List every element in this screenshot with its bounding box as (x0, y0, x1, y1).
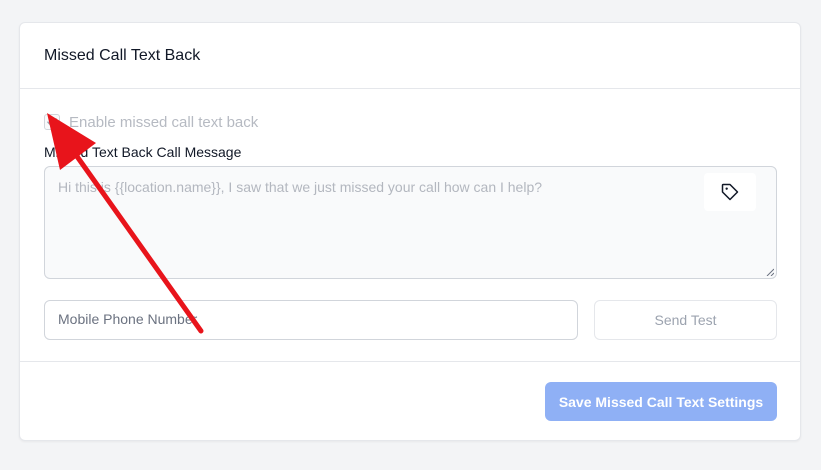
resize-handle-icon[interactable] (766, 268, 774, 276)
card-title: Missed Call Text Back (44, 47, 201, 64)
check-icon (47, 118, 57, 126)
message-field-label: Missed Text Back Call Message (44, 144, 242, 160)
insert-tag-button[interactable] (704, 173, 756, 211)
message-textarea[interactable]: Hi this is {{location.name}}, I saw that… (44, 166, 777, 279)
enable-missed-call-label: Enable missed call text back (69, 113, 259, 131)
card-header: Missed Call Text Back (20, 23, 800, 89)
mobile-phone-input[interactable]: Mobile Phone Number (44, 300, 578, 340)
message-placeholder: Hi this is {{location.name}}, I saw that… (58, 179, 543, 195)
tag-icon (721, 183, 739, 201)
enable-missed-call-checkbox[interactable] (44, 114, 60, 130)
missed-call-settings-card: Missed Call Text Back Enable missed call… (19, 22, 801, 441)
send-test-button[interactable]: Send Test (594, 300, 777, 340)
mobile-phone-placeholder: Mobile Phone Number (58, 311, 198, 327)
save-settings-button[interactable]: Save Missed Call Text Settings (545, 382, 777, 421)
footer-divider (20, 361, 800, 362)
enable-missed-call-row[interactable]: Enable missed call text back (44, 112, 258, 132)
